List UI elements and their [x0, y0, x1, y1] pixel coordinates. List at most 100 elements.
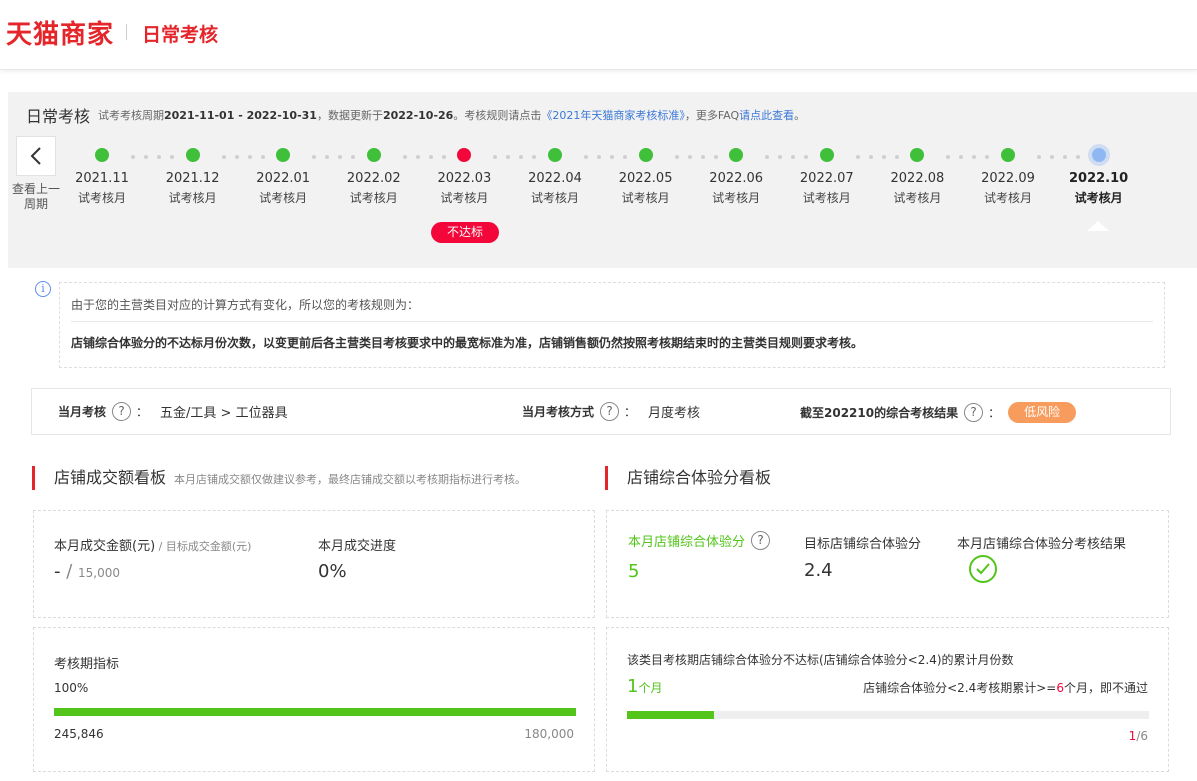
- check-circle-icon: [969, 555, 997, 583]
- help-icon[interactable]: ?: [600, 402, 620, 421]
- month-name: 2022.05: [618, 171, 673, 186]
- timeline-month-2022.04[interactable]: 2022.04 试考核月: [515, 148, 595, 206]
- fail-count-number: 1: [627, 676, 639, 697]
- current-month-pointer: [1087, 221, 1109, 231]
- timeline-connector-dot: [131, 155, 135, 159]
- tmall-merchant-logo[interactable]: 天猫商家: [6, 14, 114, 51]
- amount-label: 本月成交金额(元): [54, 539, 156, 554]
- target-amount-label: / 目标成交金额(元): [155, 540, 252, 553]
- timeline-connector-dot: [687, 155, 692, 159]
- top-header: 天猫商家 日常考核: [0, 0, 1197, 70]
- timeline-connector-dot: [778, 155, 783, 159]
- panel-description: 试考考核周期2021-11-01 - 2022-10-31，数据更新于2022-…: [98, 107, 805, 123]
- experience-board-header: 店铺综合体验分看板: [605, 466, 771, 490]
- help-icon[interactable]: ?: [112, 402, 132, 421]
- previous-period-label[interactable]: 查看上一周期: [10, 182, 62, 212]
- notice-line-2: 店铺综合体验分的不达标月份次数，以变更前后各主营类目考核要求中的最宽标准为准，店…: [71, 336, 864, 350]
- timeline-month-2022.07[interactable]: 2022.07 试考核月: [787, 148, 867, 206]
- timeline-connector-dot: [1050, 155, 1054, 159]
- assessment-method-label: 当月考核方式: [522, 405, 595, 419]
- experience-result-label: 本月店铺综合体验分考核结果: [957, 537, 1127, 552]
- experience-score-label: 本月店铺综合体验分: [628, 535, 746, 550]
- month-name: 2022.06: [709, 171, 764, 186]
- timeline-connector-dot: [221, 155, 226, 159]
- experience-monthly-card: 本月店铺综合体验分 ? 5 目标店铺综合体验分 2.4 本月店铺综合体验分考核结…: [606, 510, 1169, 618]
- update-date: 2022-10-26: [382, 109, 454, 122]
- fail-rule-text: 店铺综合体验分<2.4考核期累计>=6个月，即不通过: [863, 679, 1148, 696]
- panel-title: 日常考核: [26, 107, 91, 126]
- month-name: 2022.02: [346, 171, 401, 186]
- timeline-month-2022.01[interactable]: 2022.01 试考核月: [243, 148, 323, 206]
- experience-score-label-row: 本月店铺综合体验分 ?: [628, 531, 775, 550]
- timeline-connector-dot: [584, 155, 588, 159]
- help-icon[interactable]: ?: [751, 531, 771, 550]
- risk-level-badge: 低风险: [1008, 402, 1077, 423]
- target-score-value: 2.4: [804, 560, 833, 581]
- fail-count-value: 1个月: [627, 676, 662, 697]
- rule-suffix: 个月，即不通过: [1063, 681, 1148, 695]
- category-path: 五金/工具 > 工位器具: [160, 406, 288, 421]
- slash: /: [60, 561, 79, 582]
- fail-badge: 不达标: [431, 222, 499, 243]
- month-status-dot: [910, 148, 925, 162]
- timeline-month-2022.03[interactable]: 2022.03 试考核月: [424, 148, 504, 206]
- info-icon: i: [35, 281, 51, 297]
- month-type: 试考核月: [893, 191, 942, 205]
- assessment-timeline-panel: 日常考核 试考考核周期2021-11-01 - 2022-10-31，数据更新于…: [8, 92, 1197, 268]
- sales-monthly-card: 本月成交金额(元) / 目标成交金额(元) - / 15,000 本月成交进度 …: [33, 510, 595, 618]
- fail-progress-ratio: 1/6: [1129, 729, 1148, 743]
- timeline-connector-dot: [959, 155, 964, 159]
- help-icon[interactable]: ?: [964, 403, 984, 422]
- desc-end: 。: [794, 109, 806, 122]
- rule-standard-link[interactable]: 《2021年天猫商家考核标准》: [541, 109, 685, 122]
- previous-period-button[interactable]: [16, 136, 56, 176]
- month-type: 试考核月: [802, 191, 851, 205]
- colon: ：: [136, 405, 149, 419]
- month-name: 2022.03: [437, 171, 492, 186]
- timeline-month-2022.10[interactable]: 2022.10 试考核月: [1059, 148, 1139, 206]
- month-status-dot: [729, 148, 744, 162]
- timeline-connector-dot: [1037, 155, 1041, 159]
- timeline-connector-dot: [325, 155, 330, 159]
- timeline-month-2022.09[interactable]: 2022.09 试考核月: [968, 148, 1048, 206]
- colon: ：: [624, 405, 637, 419]
- experience-failcount-card: 该类目考核期店铺综合体验分不达标(店铺综合体验分<2.4)的累计月份数 1个月 …: [606, 627, 1169, 772]
- timeline-month-2022.08[interactable]: 2022.08 试考核月: [877, 148, 957, 206]
- month-name: 2022.01: [256, 171, 311, 186]
- header-divider: [126, 24, 127, 40]
- timeline-month-2021.11[interactable]: 2021.11 试考核月: [62, 148, 142, 206]
- timeline-month-2022.06[interactable]: 2022.06 试考核月: [696, 148, 776, 206]
- month-type: 试考核月: [983, 191, 1032, 205]
- month-status-dot: [819, 148, 834, 162]
- month-name: 2022.10: [1068, 171, 1129, 186]
- target-score-label: 目标店铺综合体验分: [804, 537, 922, 552]
- timeline-month-2021.12[interactable]: 2021.12 试考核月: [153, 148, 233, 206]
- period-progress-bar: [54, 708, 576, 716]
- header-subtitle: 日常考核: [142, 24, 219, 46]
- fail-progress-fill: [627, 711, 715, 719]
- assessment-method-item: 当月考核方式 ? ： 月度考核: [522, 402, 700, 421]
- month-type: 试考核月: [349, 191, 398, 205]
- month-status-dot: [1091, 148, 1106, 162]
- rule-number: 6: [1056, 681, 1064, 695]
- monthly-assessment-label: 当月考核: [58, 405, 107, 419]
- desc-prefix: 试考考核周期: [98, 109, 164, 122]
- timeline-month-2022.05[interactable]: 2022.05 试考核月: [606, 148, 686, 206]
- month-type: 试考核月: [1074, 191, 1123, 205]
- faq-link[interactable]: 请点此查看: [739, 109, 794, 122]
- target-amount-value: 15,000: [78, 566, 121, 580]
- desc-mid: ，数据更新于: [316, 109, 383, 122]
- timeline-connector-dot: [144, 155, 148, 159]
- overall-result-label: 截至202210的综合考核结果: [800, 406, 959, 420]
- timeline-connector-dot: [402, 155, 407, 159]
- timeline-month-2022.02[interactable]: 2022.02 试考核月: [334, 148, 414, 206]
- month-name: 2021.12: [165, 171, 220, 186]
- experience-board-title: 店铺综合体验分看板: [627, 468, 772, 487]
- assessment-info-bar: 当月考核 ? ： 五金/工具 > 工位器具 当月考核方式 ? ： 月度考核 截至…: [31, 388, 1171, 435]
- sales-progress-value: 0%: [318, 561, 347, 582]
- month-type: 试考核月: [621, 191, 670, 205]
- sales-period-card: 考核期指标 100% 245,846 180,000: [33, 627, 595, 772]
- month-status-dot: [457, 148, 472, 162]
- timeline-connector-dot: [674, 155, 679, 159]
- timeline-connector-dot: [855, 155, 860, 159]
